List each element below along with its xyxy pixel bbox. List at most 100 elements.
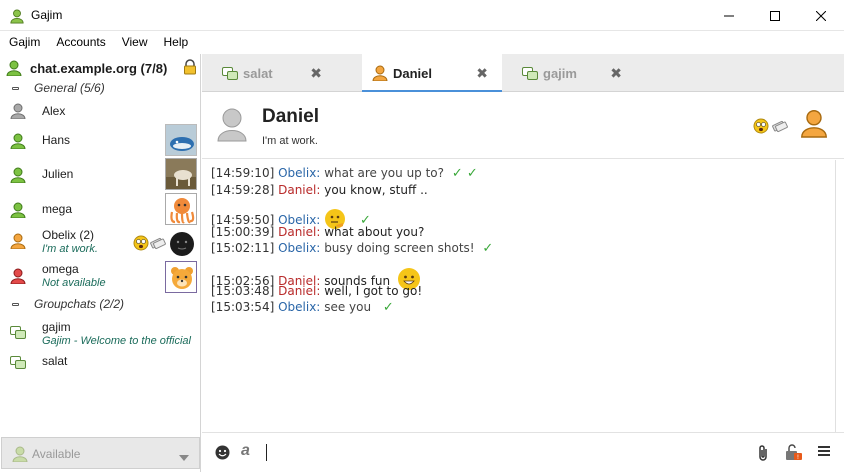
groupchat-icon bbox=[10, 354, 26, 373]
dnd-status-icon bbox=[10, 268, 26, 287]
hamburger-icon bbox=[818, 446, 830, 456]
groupchat-icon bbox=[522, 65, 538, 84]
timestamp: [15:00:39] bbox=[211, 225, 275, 239]
contact-name: mega bbox=[42, 202, 73, 216]
tab-gajim[interactable]: gajim ✖ bbox=[502, 54, 642, 92]
avatar bbox=[165, 158, 197, 190]
online-status-icon bbox=[6, 60, 22, 79]
timestamp: [15:03:54] bbox=[211, 300, 275, 314]
maximize-button[interactable] bbox=[752, 0, 798, 31]
contact-name: Hans bbox=[42, 133, 71, 147]
message-text: busy doing screen shots! bbox=[324, 241, 475, 255]
tab-daniel[interactable]: Daniel ✖ bbox=[362, 54, 502, 92]
contact-alex[interactable]: Alex bbox=[0, 100, 201, 122]
menu-button[interactable] bbox=[818, 445, 830, 460]
message-text: well, I got to go! bbox=[324, 284, 423, 298]
scrollbar[interactable] bbox=[835, 160, 836, 432]
svg-text:!: ! bbox=[797, 454, 799, 461]
contact-omega[interactable]: omega Not available bbox=[0, 260, 201, 294]
avatar bbox=[169, 231, 195, 257]
minimize-icon bbox=[724, 15, 734, 16]
online-status-icon bbox=[10, 202, 26, 221]
attach-button[interactable] bbox=[757, 444, 769, 465]
close-icon bbox=[816, 10, 826, 21]
contact-name: Julien bbox=[42, 167, 74, 181]
roster-panel: chat.example.org (7/8) General (5/6) Ale… bbox=[0, 54, 201, 472]
groupchat-gajim[interactable]: gajim Gajim - Welcome to the official bbox=[0, 318, 201, 350]
groupchat-icon bbox=[10, 324, 26, 343]
contact-name: Obelix (2) bbox=[42, 228, 95, 242]
paperclip-icon bbox=[759, 445, 767, 461]
tab-salat[interactable]: salat ✖ bbox=[202, 54, 342, 92]
account-row[interactable]: chat.example.org (7/8) bbox=[0, 56, 201, 80]
message-input-bar: a ! bbox=[202, 432, 844, 472]
avatar bbox=[165, 124, 197, 156]
chat-contact-status: I'm at work. bbox=[262, 135, 318, 147]
menu-gajim[interactable]: Gajim bbox=[1, 31, 48, 54]
gajim-logo-icon bbox=[10, 8, 24, 27]
avatar bbox=[165, 193, 197, 225]
chevron-down-icon bbox=[179, 450, 189, 464]
chat-contact-name: Daniel bbox=[262, 106, 320, 127]
message-row: [14:59:28] Daniel: you know, stuff .. bbox=[211, 183, 428, 197]
contact-mega[interactable]: mega bbox=[0, 192, 201, 226]
online-status-icon bbox=[10, 167, 26, 186]
collapse-icon bbox=[12, 303, 19, 306]
window-title: Gajim bbox=[31, 8, 63, 22]
shocked-emoji-icon bbox=[133, 235, 149, 254]
nick: Daniel: bbox=[278, 183, 321, 197]
away-status-icon bbox=[10, 233, 26, 252]
nick: Obelix: bbox=[278, 300, 321, 314]
shocked-emoji-icon bbox=[753, 118, 769, 137]
available-status-icon bbox=[12, 446, 28, 465]
away-status-icon bbox=[800, 107, 828, 142]
contact-name: omega bbox=[42, 262, 79, 276]
tab-close-icon[interactable]: ✖ bbox=[310, 66, 322, 80]
group-name: General (5/6) bbox=[34, 81, 105, 95]
message-text: you know, stuff .. bbox=[324, 183, 428, 197]
contact-name: salat bbox=[42, 354, 68, 368]
lock-icon bbox=[183, 59, 197, 78]
client-icon bbox=[150, 236, 166, 253]
contact-hans[interactable]: Hans bbox=[0, 124, 201, 158]
menu-bar: Gajim Accounts View Help bbox=[0, 31, 844, 54]
group-general[interactable]: General (5/6) bbox=[0, 78, 201, 98]
contact-status: Gajim - Welcome to the official bbox=[42, 335, 191, 347]
message-row: [15:03:48] Daniel: well, I got to go! bbox=[211, 284, 422, 298]
status-label: Available bbox=[32, 447, 81, 461]
groupchat-salat[interactable]: salat bbox=[0, 351, 201, 373]
group-groupchats[interactable]: Groupchats (2/2) bbox=[0, 294, 201, 314]
away-status-icon bbox=[372, 65, 388, 84]
close-button[interactable] bbox=[798, 0, 844, 31]
emoji-button[interactable] bbox=[215, 445, 230, 463]
minimize-button[interactable] bbox=[706, 0, 752, 31]
menu-view[interactable]: View bbox=[114, 31, 156, 54]
menu-accounts[interactable]: Accounts bbox=[48, 31, 113, 54]
tab-label: salat bbox=[243, 66, 273, 81]
format-text-icon[interactable]: a bbox=[241, 442, 250, 460]
timestamp: [15:02:11] bbox=[211, 241, 275, 255]
contact-avatar bbox=[216, 107, 248, 146]
timestamp: [15:03:48] bbox=[211, 284, 275, 298]
timestamp: [14:59:10] bbox=[211, 166, 275, 180]
message-row: [15:02:11] Obelix: busy doing screen sho… bbox=[211, 241, 493, 256]
group-name: Groupchats (2/2) bbox=[34, 297, 125, 311]
message-area[interactable]: [14:59:10] Obelix: what are you up to? ✓… bbox=[202, 160, 836, 430]
tab-close-icon[interactable]: ✖ bbox=[476, 66, 488, 80]
receipt-check-icon: ✓ bbox=[482, 241, 494, 256]
emoji-icon bbox=[215, 445, 230, 460]
collapse-icon bbox=[12, 87, 19, 90]
message-row: [15:03:54] Obelix: see you ✓ bbox=[211, 300, 394, 315]
tab-label: gajim bbox=[543, 66, 577, 81]
message-row: [15:00:39] Daniel: what about you? bbox=[211, 225, 424, 239]
status-selector[interactable]: Available bbox=[1, 437, 200, 469]
nick: Daniel: bbox=[278, 284, 321, 298]
encryption-button[interactable]: ! bbox=[785, 443, 803, 464]
menu-help[interactable]: Help bbox=[156, 31, 197, 54]
tab-label: Daniel bbox=[393, 66, 433, 81]
message-input[interactable] bbox=[266, 444, 267, 461]
tab-close-icon[interactable]: ✖ bbox=[610, 66, 622, 80]
contact-julien[interactable]: Julien bbox=[0, 158, 201, 192]
nick: Daniel: bbox=[278, 225, 321, 239]
contact-obelix[interactable]: Obelix (2) I'm at work. bbox=[0, 226, 201, 260]
